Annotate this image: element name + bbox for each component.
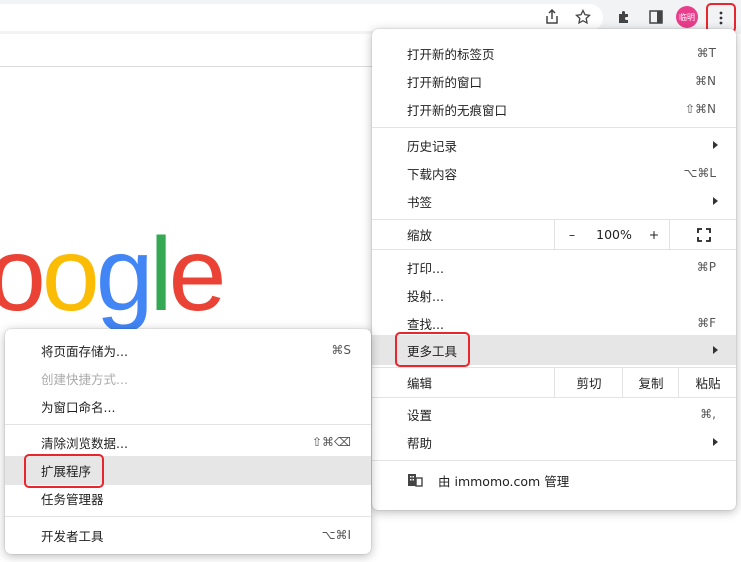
menu-item-label: 任务管理器 — [41, 491, 104, 507]
logo-letter-l: l — [149, 217, 173, 333]
menu-item-clear-data[interactable]: 清除浏览数据... ⇧⌘⌫ — [5, 428, 371, 456]
logo-letter-o2: o — [41, 217, 100, 333]
zoom-level: 100% — [588, 220, 640, 249]
menu-divider — [372, 460, 736, 461]
zoom-in-button[interactable]: + — [640, 220, 668, 249]
menu-item-shortcut: ⇧⌘⌫ — [311, 435, 351, 449]
menu-item-shortcut: ⌥⌘I — [321, 528, 351, 542]
paste-label: 粘贴 — [695, 376, 721, 391]
menu-item-shortcut: ⌘, — [700, 407, 716, 421]
menu-item-shortcut: ⌘F — [697, 316, 716, 330]
logo-letter-g: g — [95, 217, 154, 333]
menu-item-label: 为窗口命名... — [41, 399, 116, 415]
chevron-right-icon — [713, 346, 718, 354]
chevron-right-icon — [713, 197, 718, 205]
side-panel-icon[interactable] — [645, 6, 667, 28]
menu-item-label: 书签 — [407, 194, 433, 210]
address-bar[interactable] — [0, 4, 603, 31]
chevron-right-icon — [713, 141, 718, 149]
cut-button[interactable]: 剪切 — [554, 368, 623, 397]
menu-item-label: 将页面存储为... — [41, 343, 128, 359]
zoom-label: 缩放 — [407, 228, 433, 243]
menu-divider — [372, 397, 736, 398]
chrome-main-menu: 打开新的标签页 ⌘T 打开新的窗口 ⌘N 打开新的无痕窗口 ⇧⌘N 历史记录 下… — [372, 29, 736, 510]
menu-divider — [5, 516, 371, 517]
menu-item-label: 创建快捷方式... — [41, 371, 128, 387]
menu-item-shortcut: ⌘S — [331, 343, 351, 357]
more-tools-submenu: 将页面存储为... ⌘S 创建快捷方式... 为窗口命名... 清除浏览数据..… — [5, 329, 371, 554]
zoom-in-label: + — [648, 227, 660, 242]
zoom-out-button[interactable]: – — [554, 220, 589, 249]
menu-item-task-manager[interactable]: 任务管理器 — [5, 484, 371, 512]
menu-item-label: 清除浏览数据... — [41, 435, 128, 451]
menu-item-downloads[interactable]: 下载内容 ⌥⌘L — [372, 159, 736, 187]
menu-divider — [372, 249, 736, 250]
menu-item-shortcut: ⌘N — [695, 74, 716, 88]
menu-divider — [5, 424, 371, 425]
menu-item-print[interactable]: 打印... ⌘P — [372, 253, 736, 281]
zoom-out-label: – — [568, 227, 576, 242]
menu-item-label: 历史记录 — [407, 138, 458, 154]
menu-item-bookmarks[interactable]: 书签 — [372, 187, 736, 215]
cut-label: 剪切 — [576, 376, 602, 391]
chevron-right-icon — [713, 438, 718, 446]
menu-item-new-incognito[interactable]: 打开新的无痕窗口 ⇧⌘N — [372, 95, 736, 123]
menu-item-new-window[interactable]: 打开新的窗口 ⌘N — [372, 67, 736, 95]
menu-item-label: 打开新的窗口 — [407, 74, 483, 90]
fullscreen-button[interactable] — [669, 220, 737, 249]
avatar-text: 临明 — [679, 12, 695, 22]
menu-item-settings[interactable]: 设置 ⌘, — [372, 400, 736, 428]
menu-item-shortcut: ⇧⌘N — [684, 102, 716, 116]
menu-item-new-tab[interactable]: 打开新的标签页 ⌘T — [372, 39, 736, 67]
copy-button[interactable]: 复制 — [622, 368, 679, 397]
logo-letter-o1: o — [0, 217, 46, 333]
fullscreen-icon — [696, 227, 711, 242]
copy-label: 复制 — [638, 376, 664, 391]
star-icon[interactable] — [572, 6, 594, 28]
extensions-highlight — [24, 454, 104, 488]
google-logo: oogle — [0, 217, 227, 333]
menu-item-label: 打印... — [407, 260, 444, 276]
menu-item-managed[interactable]: 由 immomo.com 管理 — [372, 465, 736, 495]
menu-item-cast[interactable]: 投射... — [372, 281, 736, 309]
menu-item-label: 打开新的无痕窗口 — [407, 102, 508, 118]
menu-item-dev-tools[interactable]: 开发者工具 ⌥⌘I — [5, 521, 371, 549]
menu-item-label: 开发者工具 — [41, 528, 104, 544]
menu-item-shortcut: ⌘P — [696, 260, 716, 274]
menu-item-label: 设置 — [407, 407, 433, 423]
menu-item-label: 查找... — [407, 316, 444, 332]
menu-item-history[interactable]: 历史记录 — [372, 131, 736, 159]
share-icon[interactable] — [541, 6, 563, 28]
menu-item-shortcut: ⌘T — [696, 46, 716, 60]
edit-label: 编辑 — [407, 376, 433, 391]
menu-item-label: 由 immomo.com 管理 — [438, 473, 570, 489]
extensions-icon[interactable] — [613, 6, 635, 28]
menu-item-label: 投射... — [407, 288, 444, 304]
menu-row-zoom: 缩放 – 100% + — [372, 220, 736, 249]
zoom-value: 100% — [596, 227, 632, 242]
menu-item-shortcut: ⌥⌘L — [683, 166, 716, 180]
paste-button[interactable]: 粘贴 — [678, 368, 737, 397]
logo-letter-e: e — [168, 217, 227, 333]
menu-divider — [372, 127, 736, 128]
page-divider — [0, 66, 372, 67]
menu-item-help[interactable]: 帮助 — [372, 428, 736, 456]
menu-item-label: 打开新的标签页 — [407, 46, 495, 62]
menu-item-name-window[interactable]: 为窗口命名... — [5, 392, 371, 420]
building-icon — [408, 474, 423, 487]
profile-avatar[interactable]: 临明 — [676, 6, 698, 28]
menu-row-edit: 编辑 剪切 复制 粘贴 — [372, 368, 736, 397]
menu-item-save-page[interactable]: 将页面存储为... ⌘S — [5, 336, 371, 364]
menu-item-label: 下载内容 — [407, 166, 458, 182]
more-tools-highlight — [395, 332, 470, 367]
menu-item-label: 帮助 — [407, 435, 433, 451]
menu-item-create-shortcut: 创建快捷方式... — [5, 364, 371, 392]
